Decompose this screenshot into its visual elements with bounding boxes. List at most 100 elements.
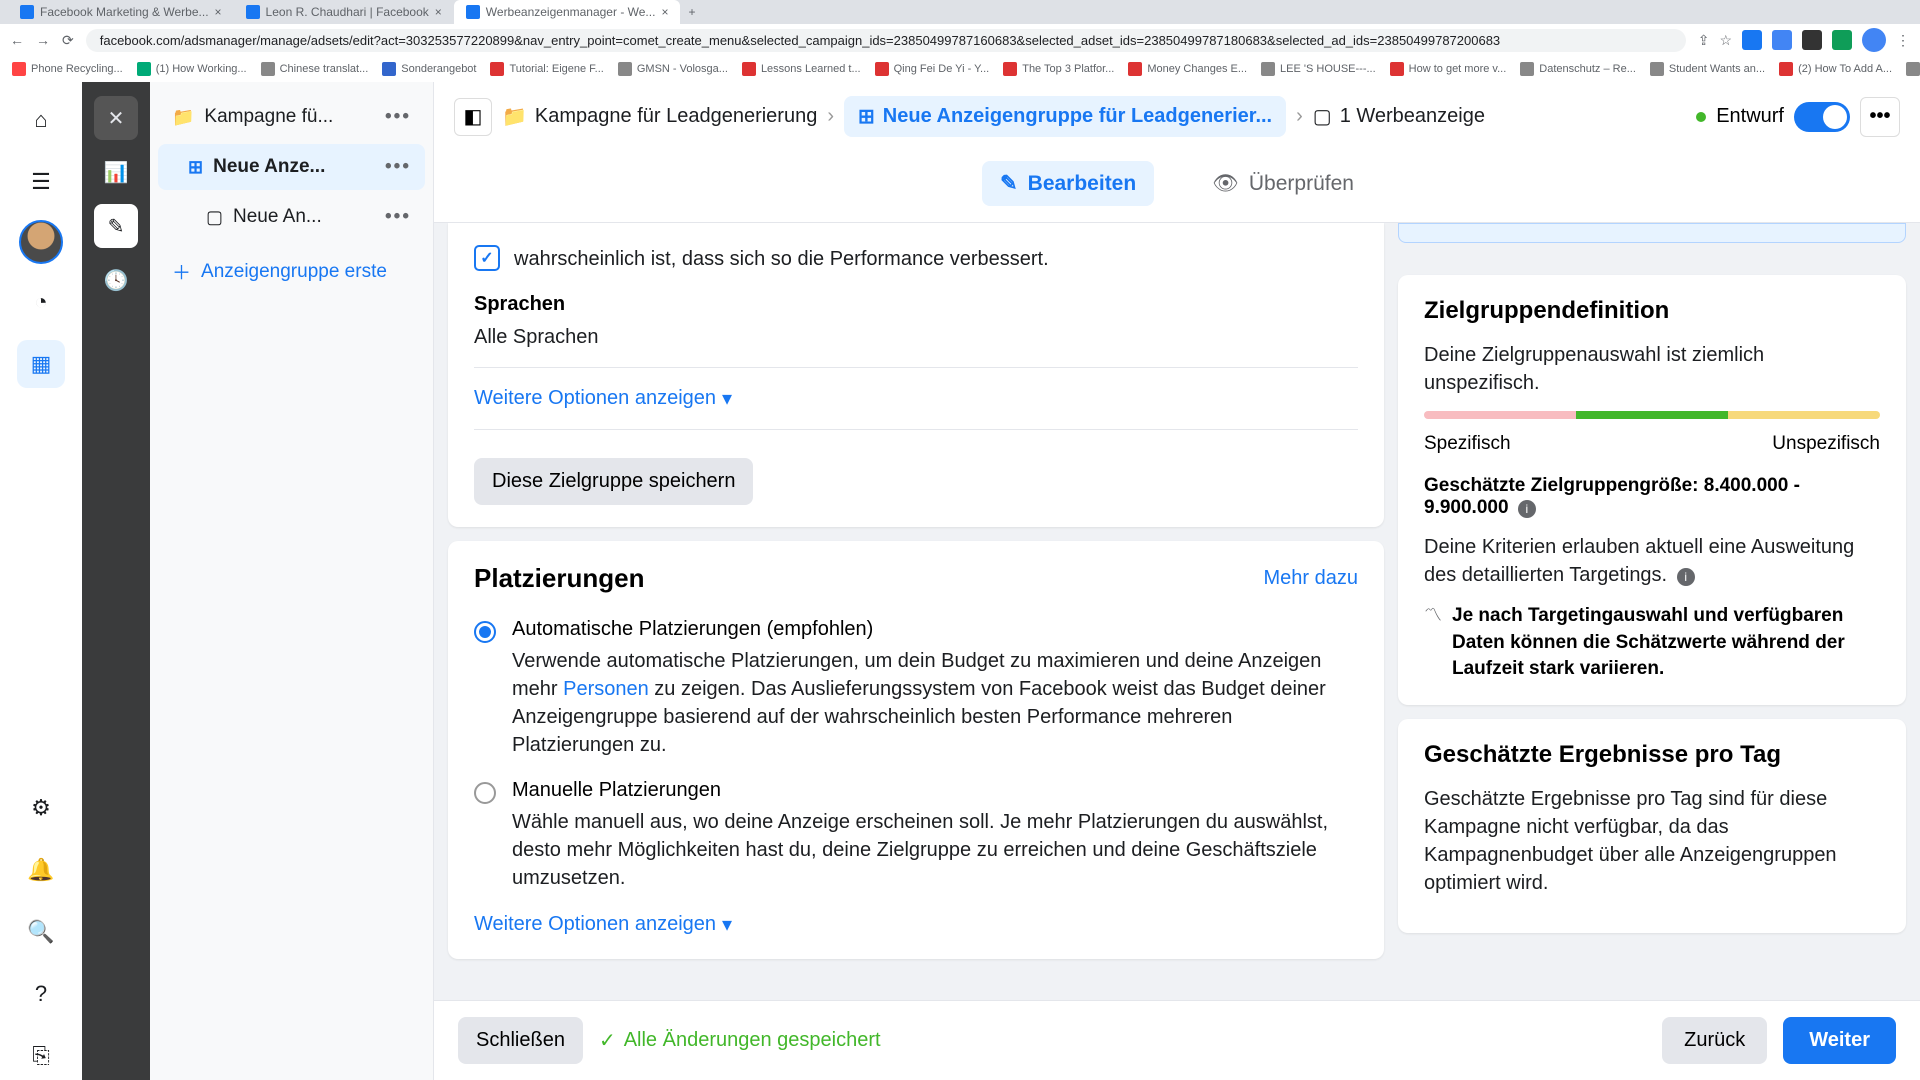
save-audience-button[interactable]: Diese Zielgruppe speichern [474,458,753,505]
bookmark-icon [1128,62,1142,76]
close-icon[interactable]: × [215,5,222,19]
variance-note: 〽 Je nach Targetingauswahl und verfügbar… [1424,603,1880,683]
favicon-icon [246,5,260,19]
gauge-button[interactable]: ◔ [17,278,65,326]
placement-manual-option[interactable]: Manuelle Platzierungen Wähle manuell aus… [474,779,1358,892]
tree-label: Neue An... [233,206,322,228]
export-button[interactable]: ⎘ [17,1032,65,1080]
more-icon[interactable]: ••• [385,106,411,128]
bookmark-item[interactable]: Student Wants an... [1650,62,1765,76]
browser-tab[interactable]: Facebook Marketing & Werbe...× [8,0,234,24]
bookmark-item[interactable]: Datenschutz – Re... [1520,62,1636,76]
advantage-checkbox[interactable]: ✓ [474,245,500,271]
settings-button[interactable]: ⚙ [17,784,65,832]
radio-icon[interactable] [474,782,496,804]
back-button[interactable]: Zurück [1662,1017,1767,1064]
bookmark-item[interactable]: LEE 'S HOUSE---... [1261,62,1376,76]
edit-button[interactable]: ✎ [94,204,138,248]
overflow-button[interactable]: ••• [1860,97,1900,137]
new-tab-button[interactable]: + [680,5,703,19]
forward-icon[interactable]: → [36,32,50,48]
tab-review[interactable]: 👁Überprüfen [1194,161,1372,206]
subtabs: ✎Bearbeiten 👁Überprüfen [434,151,1920,222]
user-avatar[interactable] [19,220,63,264]
next-button[interactable]: Weiter [1783,1017,1896,1064]
history-button[interactable]: 🕓 [94,258,138,302]
bookmark-icon [490,62,504,76]
daily-title: Geschätzte Ergebnisse pro Tag [1424,741,1880,769]
add-adset-button[interactable]: ＋ Anzeigengruppe erste [158,244,425,299]
radio-selected-icon[interactable] [474,621,496,643]
tree-ad[interactable]: ▢ Neue An... ••• [158,194,425,240]
help-button[interactable]: ? [17,970,65,1018]
learn-more-link[interactable]: Mehr dazu [1264,567,1359,590]
bookmark-item[interactable]: (1) How Working... [137,62,247,76]
tab-strip: Facebook Marketing & Werbe...× Leon R. C… [0,0,1920,24]
bookmark-item[interactable]: Phone Recycling... [12,62,123,76]
bookmark-item[interactable]: Download - Cooki... [1906,62,1920,76]
collapse-button[interactable]: ◧ [454,98,492,136]
tree-adset[interactable]: ⊞ Neue Anze... ••• [158,144,425,190]
share-icon[interactable]: ⇪ [1698,32,1710,49]
languages-value: Alle Sprachen [474,326,1358,349]
bookmark-item[interactable]: GMSN - Volosga... [618,62,728,76]
show-more-placements-button[interactable]: Weitere Optionen anzeigen▾ [474,912,1358,937]
browser-tab[interactable]: Leon R. Chaudhari | Facebook× [234,0,454,24]
bookmark-item[interactable]: Qing Fei De Yi - Y... [875,62,990,76]
more-icon[interactable]: ••• [385,206,411,228]
home-button[interactable]: ⌂ [17,96,65,144]
breadcrumb-adset[interactable]: ⊞Neue Anzeigengruppe für Leadgenerier... [844,96,1286,137]
bookmark-item[interactable]: Lessons Learned t... [742,62,861,76]
check-icon: ✓ [599,1028,616,1053]
bookmark-icon [382,62,396,76]
gauge-label-unspecific: Unspezifisch [1772,433,1880,455]
bookmark-item[interactable]: Money Changes E... [1128,62,1247,76]
folder-icon: 📁 [172,107,194,128]
star-icon[interactable]: ☆ [1719,32,1732,49]
grid-button[interactable]: ▦ [17,340,65,388]
status-toggle[interactable] [1794,102,1850,132]
chevron-right-icon: › [1296,105,1303,128]
bookmark-item[interactable]: How to get more v... [1390,62,1507,76]
people-link[interactable]: Personen [563,678,649,700]
browser-tab-active[interactable]: Werbeanzeigenmanager - We...× [454,0,681,24]
search-button[interactable]: 🔍 [17,908,65,956]
back-icon[interactable]: ← [10,32,24,48]
bookmark-item[interactable]: The Top 3 Platfor... [1003,62,1114,76]
tab-edit[interactable]: ✎Bearbeiten [982,161,1154,206]
bookmark-item[interactable]: Chinese translat... [261,62,369,76]
languages-label: Sprachen [474,293,1358,316]
bookmark-item[interactable]: Tutorial: Eigene F... [490,62,603,76]
info-banner [1398,223,1906,243]
tree-campaign[interactable]: 📁 Kampagne fü... ••• [158,94,425,140]
info-icon[interactable]: i [1518,500,1536,518]
extension-icon[interactable] [1832,30,1852,50]
breadcrumb-campaign[interactable]: 📁Kampagne für Leadgenerierung [502,104,817,129]
profile-avatar[interactable] [1862,28,1886,52]
more-icon[interactable]: ••• [385,156,411,178]
placements-title: Platzierungen [474,563,644,594]
menu-icon[interactable]: ⋮ [1896,32,1910,49]
close-icon[interactable]: × [661,5,668,19]
close-icon[interactable]: × [435,5,442,19]
notifications-button[interactable]: 🔔 [17,846,65,894]
info-icon[interactable]: i [1677,568,1695,586]
placement-auto-option[interactable]: Automatische Platzierungen (empfohlen) V… [474,618,1358,759]
breadcrumb-ad[interactable]: ▢1 Werbeanzeige [1313,104,1485,129]
app-shell: ⌂ ☰ ◔ ▦ ⚙ 🔔 🔍 ? ⎘ ✕ 📊 ✎ 🕓 📁 Kampagne fü.… [0,82,1920,1080]
add-label: Anzeigengruppe erste [201,261,387,283]
reload-icon[interactable]: ⟳ [62,32,74,49]
url-input[interactable]: facebook.com/adsmanager/manage/adsets/ed… [86,29,1686,52]
menu-button[interactable]: ☰ [17,158,65,206]
extension-icon[interactable] [1772,30,1792,50]
close-editor-button[interactable]: ✕ [94,96,138,140]
close-button[interactable]: Schließen [458,1017,583,1064]
bookmark-item[interactable]: (2) How To Add A... [1779,62,1892,76]
show-more-button[interactable]: Weitere Optionen anzeigen▾ [474,386,1358,411]
bookmark-item[interactable]: Sonderangebot [382,62,476,76]
manual-desc: Wähle manuell aus, wo deine Anzeige ersc… [512,808,1358,892]
extension-icon[interactable] [1802,30,1822,50]
dark-nav: ✕ 📊 ✎ 🕓 [82,82,150,1080]
chart-button[interactable]: 📊 [94,150,138,194]
extension-icon[interactable] [1742,30,1762,50]
